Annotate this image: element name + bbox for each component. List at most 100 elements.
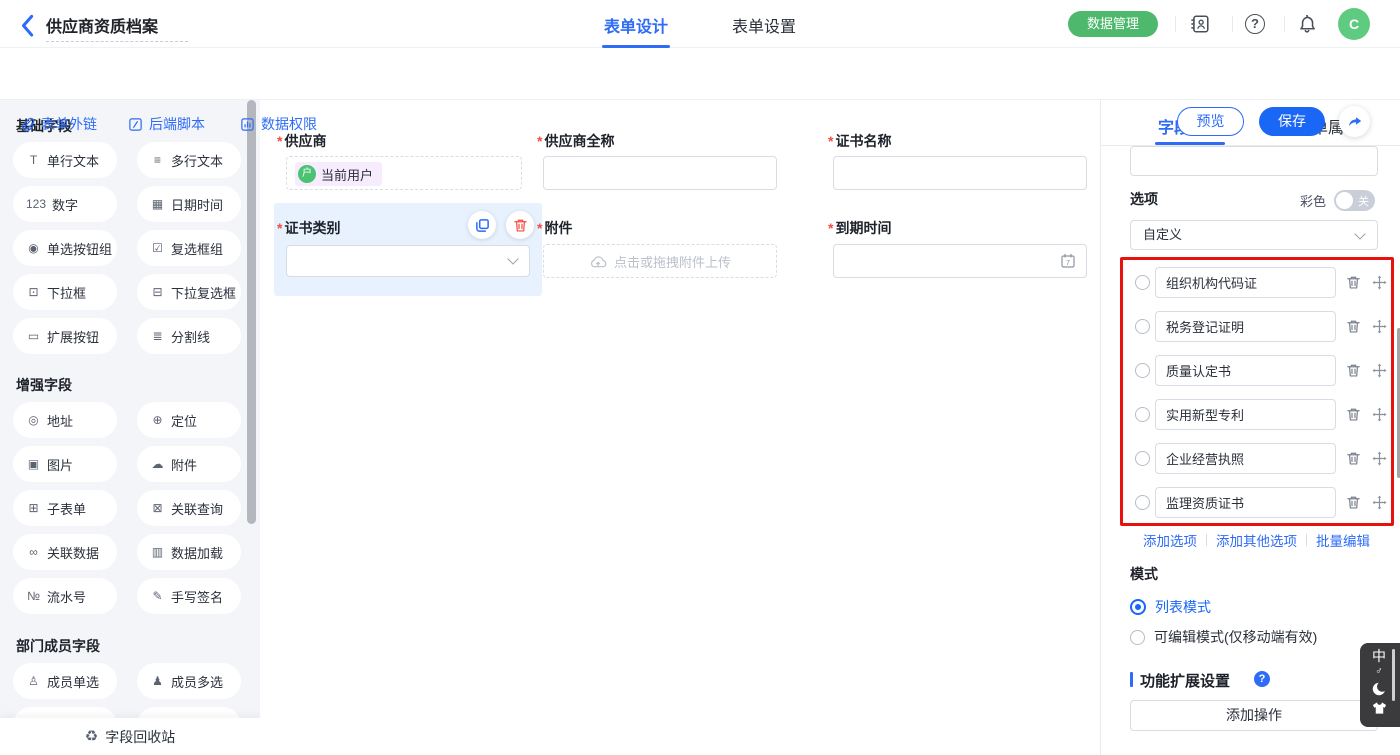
drag-move-icon[interactable] [1372, 319, 1387, 334]
option-radio[interactable] [1135, 495, 1150, 510]
option-radio[interactable] [1135, 407, 1150, 422]
delete-option-icon[interactable] [1346, 363, 1361, 378]
backend-script-button[interactable]: 后端脚本 [128, 114, 205, 134]
field-pill[interactable]: № 流水号 [13, 578, 117, 614]
upload-hint-text: 点击或拖拽附件上传 [614, 252, 731, 271]
extension-help-icon[interactable]: ? [1254, 671, 1270, 687]
data-permission-button[interactable]: 数据权限 [240, 114, 317, 134]
field-pill[interactable]: ⊠ 关联查询 [137, 490, 241, 526]
user-avatar[interactable]: C [1338, 8, 1370, 40]
help-icon[interactable]: ? [1245, 14, 1265, 34]
option-text-input[interactable] [1155, 443, 1336, 474]
drag-move-icon[interactable] [1372, 363, 1387, 378]
field-label-supplier-fullname: *供应商全称 [537, 131, 614, 151]
field-pill[interactable]: ▣ 图片 [13, 446, 117, 482]
cert-name-field[interactable] [833, 156, 1087, 190]
field-pill[interactable]: ▥ 数据加载 [137, 534, 241, 570]
option-radio[interactable] [1135, 363, 1150, 378]
save-button[interactable]: 保存 [1259, 107, 1325, 136]
delete-option-icon[interactable] [1346, 495, 1361, 510]
field-pill[interactable]: ≡ 多行文本 [137, 142, 241, 178]
delete-option-icon[interactable] [1346, 451, 1361, 466]
field-pill[interactable]: ♙ 成员单选 [13, 663, 117, 699]
current-user-tag[interactable]: 户 当前用户 [295, 162, 382, 186]
tab-form-settings[interactable]: 表单设置 [731, 13, 797, 37]
field-title-input[interactable] [1130, 146, 1378, 176]
mode-option-editable[interactable]: 可编辑模式(仅移动端有效) [1130, 627, 1317, 647]
form-external-link-button[interactable]: 表单外链 [20, 114, 97, 134]
option-text-input[interactable] [1155, 399, 1336, 430]
field-pill[interactable]: ☑ 复选框组 [137, 230, 241, 266]
sidebar-scrollbar[interactable] [247, 100, 256, 524]
field-pill[interactable]: ✎ 手写签名 [137, 578, 241, 614]
option-text-input[interactable] [1155, 355, 1336, 386]
field-pill[interactable]: ▭ 扩展按钮 [13, 318, 117, 354]
field-type-icon: ▣ [26, 458, 41, 470]
field-pill[interactable]: ☁ 附件 [137, 446, 241, 482]
delete-option-icon[interactable] [1346, 275, 1361, 290]
share-button[interactable] [1339, 106, 1370, 137]
option-radio[interactable] [1135, 319, 1150, 334]
option-row [1135, 443, 1379, 474]
delete-option-icon[interactable] [1346, 407, 1361, 422]
add-other-option-link[interactable]: 添加其他选项 [1216, 530, 1297, 550]
drag-move-icon[interactable] [1372, 451, 1387, 466]
notification-bell-icon[interactable] [1297, 14, 1317, 34]
option-radio[interactable] [1135, 275, 1150, 290]
data-permission-label: 数据权限 [261, 114, 317, 134]
back-icon[interactable] [20, 14, 34, 34]
drag-move-icon[interactable] [1372, 407, 1387, 422]
option-radio[interactable] [1135, 451, 1150, 466]
field-recycle-bin-button[interactable]: ♻ 字段回收站 [0, 718, 260, 755]
form-designer-app: 供应商资质档案 表单设计 表单设置 数据管理 ? C 表单外链 后端脚本 数据权… [0, 0, 1400, 755]
script-icon [128, 117, 143, 132]
options-label: 选项 [1130, 189, 1158, 209]
field-pill-label: 复选框组 [171, 239, 223, 258]
option-text-input[interactable] [1155, 311, 1336, 342]
address-book-icon[interactable] [1190, 14, 1210, 34]
options-highlight-box [1120, 257, 1394, 526]
field-type-icon: ☑ [150, 242, 165, 254]
field-pill[interactable]: ⊕ 定位 [137, 402, 241, 438]
field-pill[interactable]: ≣ 分割线 [137, 318, 241, 354]
add-operation-button[interactable]: 添加操作 [1130, 700, 1378, 731]
field-pill[interactable]: ⊡ 下拉框 [13, 274, 117, 310]
delete-option-icon[interactable] [1346, 319, 1361, 334]
field-pill[interactable]: 123 数字 [13, 186, 117, 222]
mode-option-list[interactable]: 列表模式 [1130, 597, 1211, 617]
preview-button[interactable]: 预览 [1177, 107, 1244, 136]
tab-form-design[interactable]: 表单设计 [603, 13, 669, 37]
page-title[interactable]: 供应商资质档案 [46, 13, 188, 42]
expire-time-field[interactable]: 7 [833, 244, 1087, 278]
cloud-upload-icon [589, 255, 607, 268]
field-pill[interactable]: ⊟ 下拉复选框 [137, 274, 241, 310]
attachment-upload-area[interactable]: 点击或拖拽附件上传 [543, 244, 777, 278]
option-actions: 添加选项 添加其他选项 批量编辑 [1130, 530, 1383, 550]
theme-shirt-icon[interactable] [1360, 701, 1398, 719]
field-pill-label: 子表单 [47, 499, 86, 518]
drag-move-icon[interactable] [1372, 275, 1387, 290]
cert-type-select[interactable] [286, 245, 530, 277]
add-option-link[interactable]: 添加选项 [1143, 530, 1197, 550]
supplier-field[interactable]: 户 当前用户 [286, 156, 522, 190]
field-pill-label: 单选按钮组 [47, 239, 112, 258]
field-pill[interactable]: ⊞ 子表单 [13, 490, 117, 526]
delete-field-button[interactable] [506, 211, 534, 239]
option-text-input[interactable] [1155, 487, 1336, 518]
field-pill[interactable]: ◉ 单选按钮组 [13, 230, 117, 266]
drag-move-icon[interactable] [1372, 495, 1387, 510]
color-toggle-switch[interactable]: 关 [1334, 190, 1375, 211]
field-pill-label: 单行文本 [47, 151, 99, 170]
data-manage-button[interactable]: 数据管理 [1068, 11, 1158, 37]
field-pill[interactable]: T 单行文本 [13, 142, 117, 178]
field-pill[interactable]: ∞ 关联数据 [13, 534, 117, 570]
widget-scrollbar[interactable] [1392, 649, 1395, 701]
batch-edit-link[interactable]: 批量编辑 [1316, 530, 1370, 550]
supplier-fullname-field[interactable] [543, 156, 777, 190]
field-pill[interactable]: ▦ 日期时间 [137, 186, 241, 222]
option-text-input[interactable] [1155, 267, 1336, 298]
field-pill[interactable]: ◎ 地址 [13, 402, 117, 438]
option-source-select[interactable]: 自定义 [1130, 220, 1378, 250]
copy-field-button[interactable] [468, 211, 496, 239]
field-pill[interactable]: ♟ 成员多选 [137, 663, 241, 699]
